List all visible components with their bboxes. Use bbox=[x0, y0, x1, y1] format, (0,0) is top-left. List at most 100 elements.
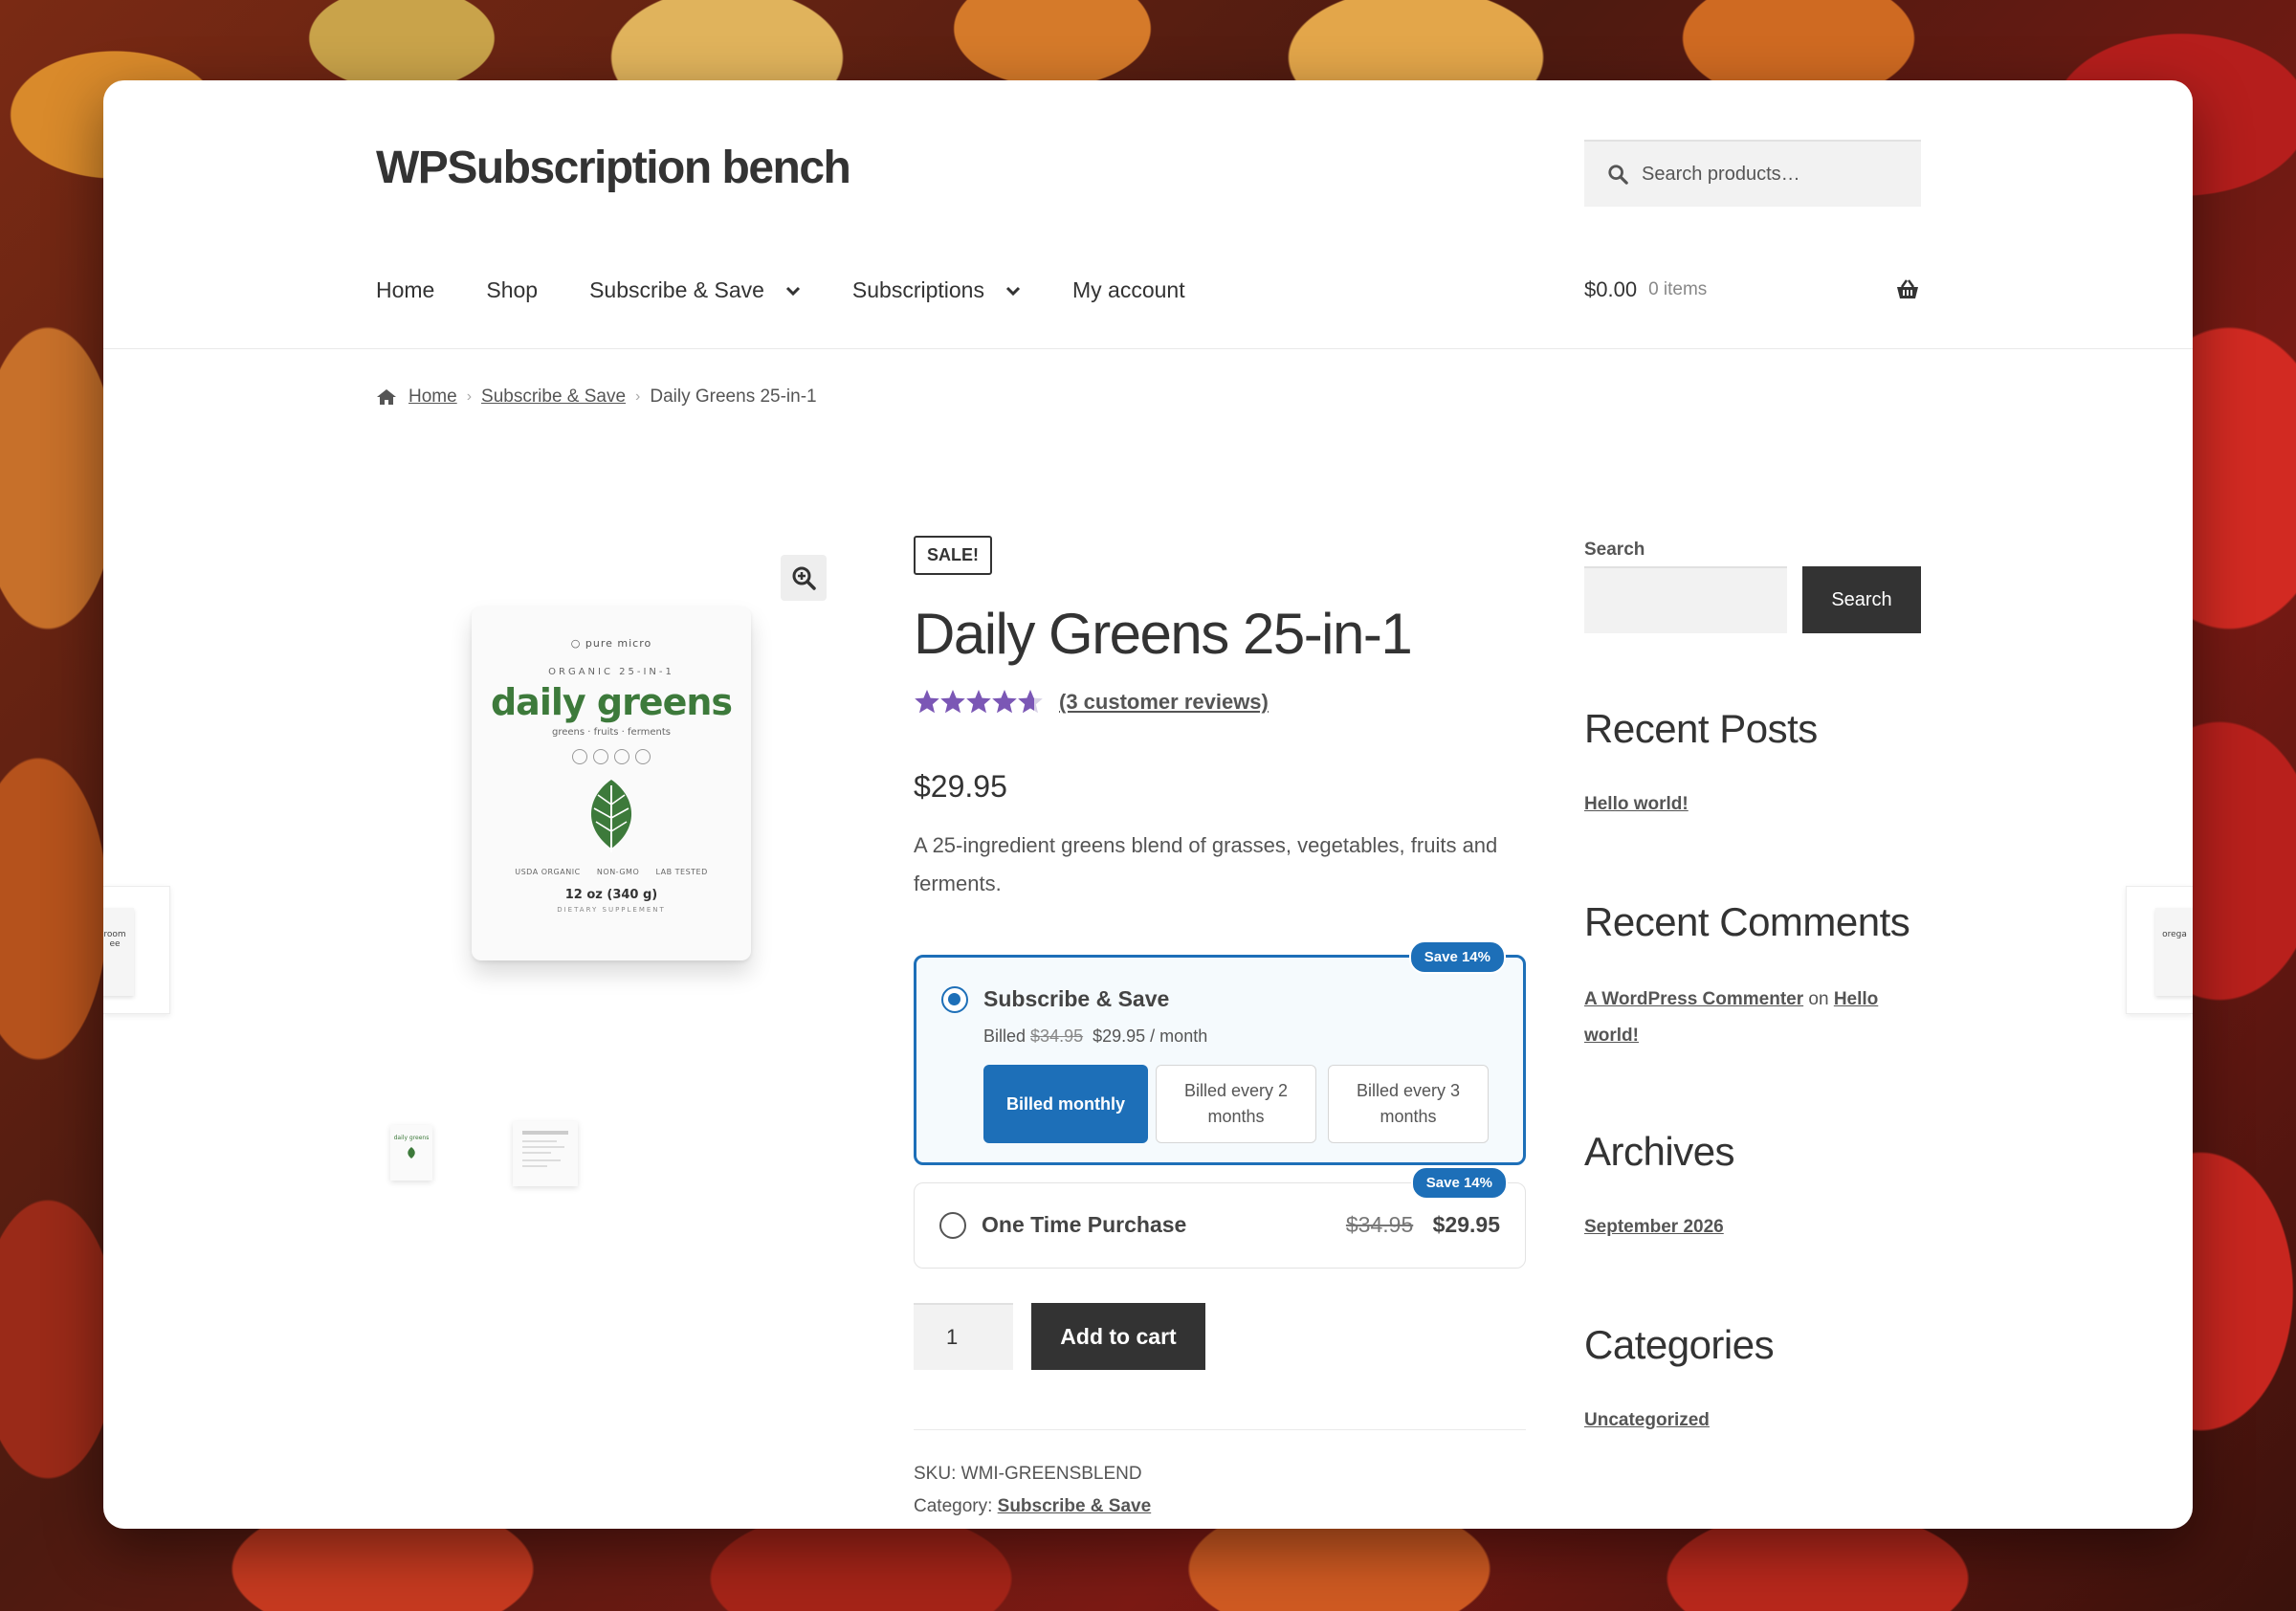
sidebar-search-button[interactable]: Search bbox=[1802, 566, 1921, 633]
category-link[interactable]: Subscribe & Save bbox=[998, 1496, 1152, 1516]
subscribe-label: Subscribe & Save bbox=[983, 986, 1170, 1011]
frequency-3-months-button[interactable]: Billed every 3 months bbox=[1328, 1065, 1489, 1143]
pouch-name: daily greens bbox=[490, 681, 733, 723]
gallery-thumbnail-2[interactable] bbox=[513, 1121, 578, 1186]
archive-link[interactable]: September 2026 bbox=[1584, 1217, 1724, 1238]
pouch-tagline: greens · fruits · ferments bbox=[551, 727, 671, 738]
pouch-badge: NON-GMO bbox=[596, 868, 640, 876]
sale-badge: SALE! bbox=[914, 536, 992, 575]
zoom-in-icon bbox=[792, 566, 816, 590]
breadcrumb: Home › Subscribe & Save › Daily Greens 2… bbox=[376, 386, 817, 408]
pouch-dietary: DIETARY SUPPLEMENT bbox=[557, 906, 666, 914]
search-products-input[interactable] bbox=[1642, 163, 1890, 186]
recent-posts-title: Recent Posts bbox=[1584, 706, 1818, 751]
comment-author-link[interactable]: A WordPress Commenter bbox=[1584, 989, 1803, 1009]
prev-product-card[interactable]: room ee bbox=[103, 886, 170, 1014]
nav-label: Subscribe & Save bbox=[589, 277, 764, 302]
pouch-brand: ○ pure micro bbox=[570, 637, 652, 650]
basket-icon bbox=[1897, 279, 1918, 298]
header-divider bbox=[103, 348, 2193, 349]
document-icon bbox=[522, 1131, 568, 1167]
product-short-description: A 25-ingredient greens blend of grasses,… bbox=[914, 833, 1498, 895]
leaf-icon bbox=[408, 1147, 415, 1159]
breadcrumb-separator: › bbox=[635, 388, 641, 405]
sku-label: SKU: bbox=[914, 1464, 957, 1484]
quantity-input[interactable]: 1 bbox=[914, 1303, 1013, 1370]
nav-label: My account bbox=[1071, 277, 1185, 302]
product-price: $29.95 bbox=[914, 769, 1007, 804]
gallery-thumbnail-1[interactable]: daily greens bbox=[390, 1125, 432, 1181]
leaf-icon bbox=[590, 780, 632, 852]
breadcrumb-separator: › bbox=[466, 388, 473, 405]
recent-comments-title: Recent Comments bbox=[1584, 899, 1910, 944]
meta-divider bbox=[914, 1429, 1526, 1430]
cart-amount: $0.00 bbox=[1584, 277, 1638, 301]
chevron-down-icon bbox=[1005, 286, 1021, 296]
categories-title: Categories bbox=[1584, 1322, 1775, 1367]
breadcrumb-current: Daily Greens 25-in-1 bbox=[650, 386, 817, 407]
category-label: Category: bbox=[914, 1496, 993, 1516]
zoom-button[interactable] bbox=[781, 555, 827, 601]
save-badge: Save 14% bbox=[1410, 1166, 1508, 1200]
one-time-price: $34.95 $29.95 bbox=[1346, 1212, 1500, 1238]
one-time-radio[interactable] bbox=[939, 1212, 966, 1239]
star-rating-icon bbox=[915, 690, 1043, 714]
subscribe-save-option[interactable]: Save 14% Subscribe & Save Billed $34.95 … bbox=[914, 940, 1526, 1165]
pouch-badge: LAB TESTED bbox=[655, 868, 708, 876]
nav-label: Home bbox=[376, 277, 435, 302]
product-rating: (3 customer reviews) bbox=[914, 689, 1269, 716]
thumb-label: daily greens bbox=[393, 1135, 430, 1141]
pouch-subtitle: ORGANIC 25-IN-1 bbox=[548, 667, 674, 677]
product-main-image[interactable]: ○ pure micro ORGANIC 25-IN-1 daily green… bbox=[472, 607, 751, 960]
site-title[interactable]: WPSubscription bench bbox=[376, 142, 851, 194]
sale-price: $29.95 bbox=[1432, 1212, 1500, 1237]
header-search[interactable] bbox=[1584, 140, 1921, 207]
billed-prefix: Billed bbox=[983, 1026, 1027, 1046]
frequency-2-months-button[interactable]: Billed every 2 months bbox=[1156, 1065, 1316, 1143]
sku-line: SKU: WMI-GREENSBLEND bbox=[914, 1458, 1151, 1490]
cart-count: 0 items bbox=[1648, 279, 1708, 299]
pouch-badges: USDA ORGANIC NON-GMO LAB TESTED bbox=[472, 868, 751, 876]
pouch-weight: 12 oz (340 g) bbox=[564, 888, 658, 902]
next-product-thumb: orega bbox=[2155, 908, 2193, 996]
save-badge: Save 14% bbox=[1408, 940, 1506, 974]
breadcrumb-category[interactable]: Subscribe & Save bbox=[481, 386, 626, 408]
prev-product-thumb: room ee bbox=[103, 908, 134, 996]
nav-item-home[interactable]: Home bbox=[376, 277, 434, 303]
sidebar-search-label: Search bbox=[1584, 540, 1645, 560]
nav-item-subscriptions[interactable]: Subscriptions bbox=[852, 277, 1021, 303]
frequency-monthly-button[interactable]: Billed monthly bbox=[983, 1065, 1148, 1143]
nav-item-subscribe-save[interactable]: Subscribe & Save bbox=[589, 277, 801, 303]
subscription-price: $29.95 / month bbox=[1093, 1026, 1208, 1046]
header-cart[interactable]: $0.00 0 items bbox=[1584, 277, 1921, 302]
nav-label: Shop bbox=[486, 277, 539, 302]
breadcrumb-home[interactable]: Home bbox=[408, 386, 457, 408]
sidebar-search-input[interactable] bbox=[1584, 566, 1787, 633]
subscribe-radio[interactable] bbox=[941, 986, 968, 1013]
customer-reviews-link[interactable]: (3 customer reviews) bbox=[1059, 690, 1269, 715]
one-time-label: One Time Purchase bbox=[982, 1212, 1187, 1237]
recent-comment: A WordPress Commenter on Hello world! bbox=[1584, 982, 1910, 1054]
category-widget-link[interactable]: Uncategorized bbox=[1584, 1410, 1710, 1431]
next-product-card[interactable]: orega bbox=[2126, 886, 2193, 1014]
regular-price: $34.95 bbox=[1030, 1026, 1084, 1046]
pouch-brand-text: pure micro bbox=[585, 637, 652, 650]
product-title: Daily Greens 25-in-1 bbox=[914, 602, 1413, 666]
nav-item-my-account[interactable]: My account bbox=[1072, 277, 1185, 303]
chevron-down-icon bbox=[785, 286, 800, 296]
one-time-purchase-option[interactable]: Save 14% One Time Purchase $34.95 $29.95 bbox=[914, 1166, 1526, 1269]
home-icon bbox=[377, 389, 396, 405]
browser-page: WPSubscription bench Home Shop Subscribe… bbox=[103, 80, 2193, 1529]
pouch-badge: USDA ORGANIC bbox=[515, 868, 581, 876]
nav-item-shop[interactable]: Shop bbox=[486, 277, 538, 303]
comment-on-text: on bbox=[1808, 989, 1829, 1009]
archives-title: Archives bbox=[1584, 1129, 1735, 1174]
pouch-dots bbox=[472, 749, 751, 764]
regular-price: $34.95 bbox=[1345, 1212, 1414, 1237]
subscribe-billing-text: Billed $34.95 $29.95 / month bbox=[983, 1026, 1207, 1047]
category-line: Category: Subscribe & Save bbox=[914, 1490, 1151, 1523]
search-icon bbox=[1608, 165, 1628, 185]
add-to-cart-button[interactable]: Add to cart bbox=[1031, 1303, 1205, 1370]
nav-label: Subscriptions bbox=[851, 277, 984, 302]
recent-post-link[interactable]: Hello world! bbox=[1584, 794, 1689, 815]
